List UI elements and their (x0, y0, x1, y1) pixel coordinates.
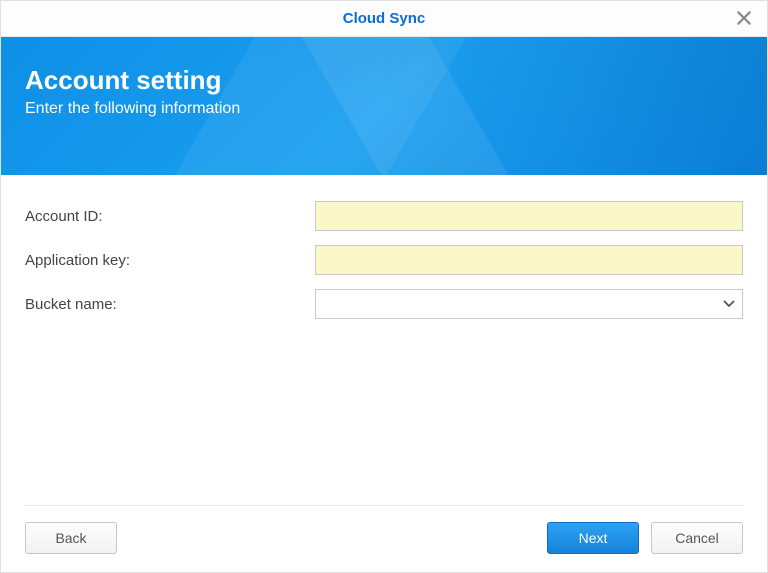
account-id-label: Account ID: (25, 208, 315, 225)
close-icon[interactable] (735, 9, 753, 27)
row-account-id: Account ID: (25, 201, 743, 231)
page-heading: Account setting (25, 65, 743, 96)
cancel-button[interactable]: Cancel (651, 522, 743, 554)
row-bucket-name: Bucket name: (25, 289, 743, 319)
row-application-key: Application key: (25, 245, 743, 275)
account-id-input[interactable] (315, 201, 743, 231)
titlebar: Cloud Sync (1, 1, 767, 37)
bucket-name-label: Bucket name: (25, 296, 315, 313)
application-key-input[interactable] (315, 245, 743, 275)
window-title: Cloud Sync (343, 10, 426, 27)
next-button[interactable]: Next (547, 522, 639, 554)
footer: Back Next Cancel (25, 505, 743, 572)
banner: Account setting Enter the following info… (1, 37, 767, 175)
bucket-name-select[interactable] (315, 289, 743, 319)
form-area: Account ID: Application key: Bucket name… (1, 175, 767, 319)
bucket-name-value[interactable] (315, 289, 743, 319)
page-subtitle: Enter the following information (25, 100, 743, 118)
application-key-label: Application key: (25, 252, 315, 269)
back-button[interactable]: Back (25, 522, 117, 554)
